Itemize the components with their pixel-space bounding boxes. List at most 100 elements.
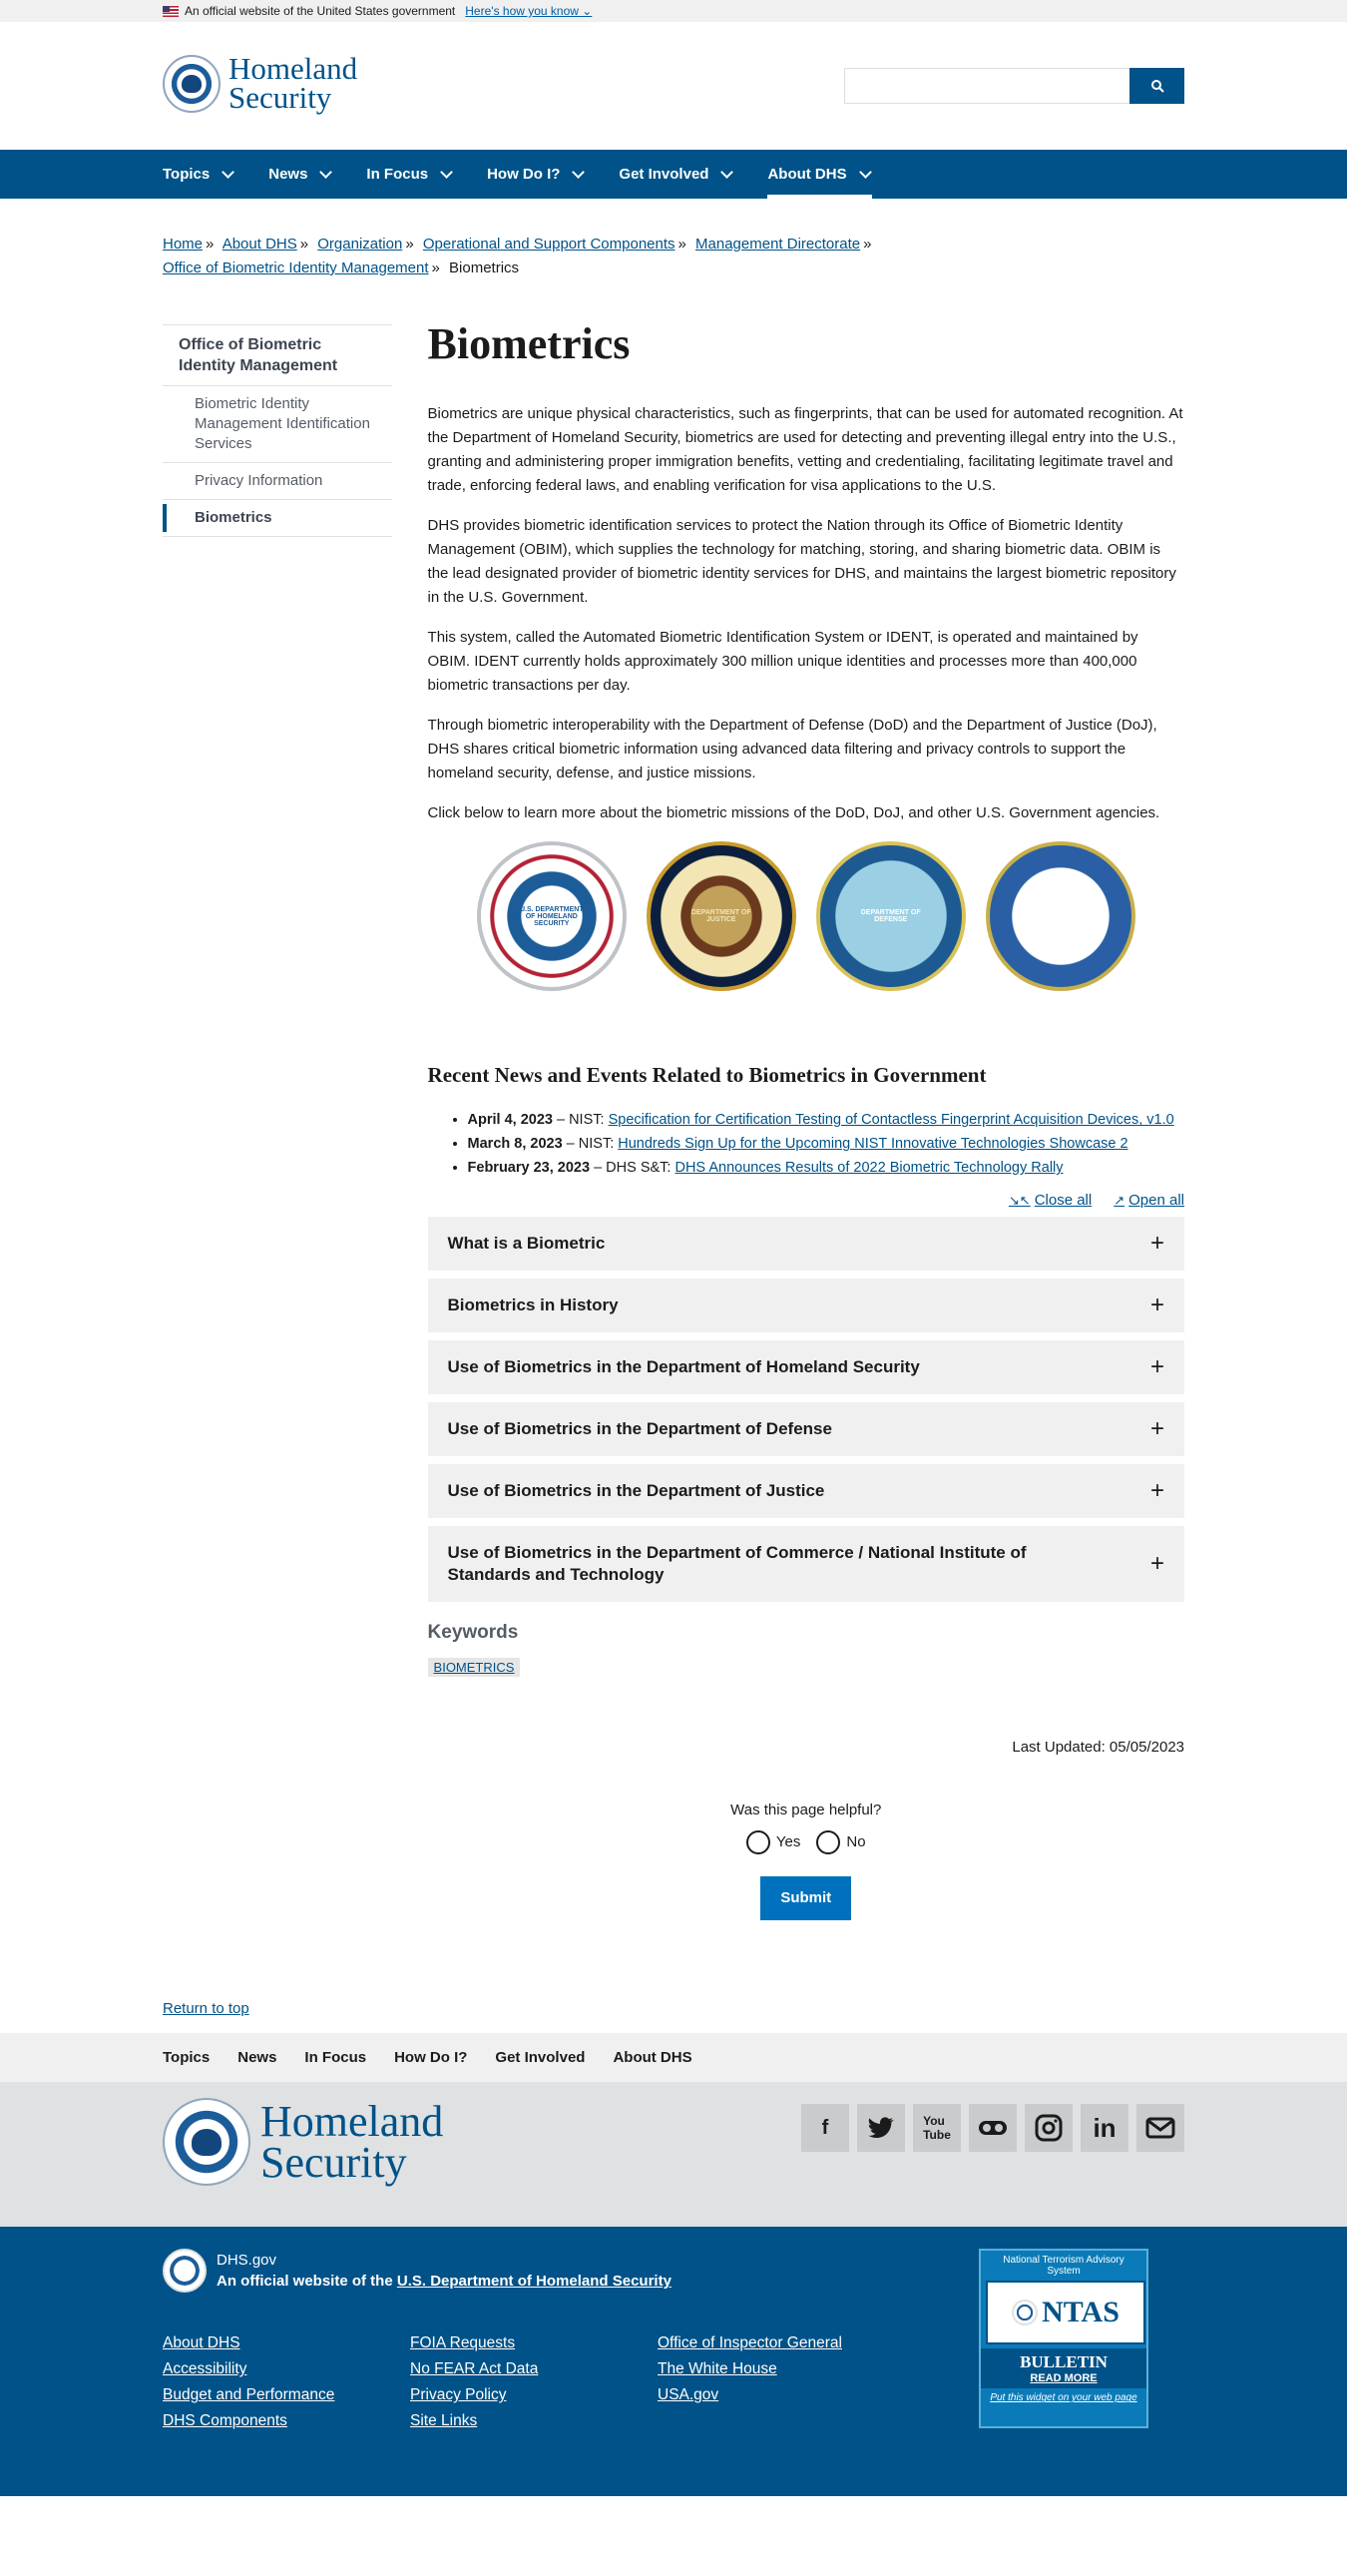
email-icon[interactable] (1136, 2104, 1184, 2153)
radio-yes[interactable] (745, 1830, 770, 1855)
footer-link-budget[interactable]: Budget and Performance (163, 2386, 410, 2404)
feedback-no[interactable]: No (816, 1830, 866, 1855)
dos-seal-link[interactable]: DEPARTMENT OF STATE (985, 841, 1135, 992)
ntas-read-more[interactable]: READ MORE (981, 2372, 1146, 2389)
footer-link-white-house[interactable]: The White House (658, 2360, 905, 2378)
submit-button[interactable]: Submit (760, 1876, 852, 1921)
footer-link-components[interactable]: DHS Components (163, 2412, 410, 2430)
nav-news[interactable]: News (268, 150, 333, 199)
breadcrumb-obim[interactable]: Office of Biometric Identity Management (163, 259, 429, 276)
ntas-logo: NTAS (986, 2281, 1145, 2345)
paragraph: Through biometric interoperability with … (427, 717, 1157, 782)
linkedin-icon[interactable]: in (1081, 2104, 1128, 2153)
breadcrumb-organization[interactable]: Organization (317, 236, 402, 253)
news-link[interactable]: Hundreds Sign Up for the Upcoming NIST I… (618, 1136, 1127, 1152)
feedback-form: Was this page helpful? Yes No Submit (428, 1802, 1184, 1921)
accordion-history[interactable]: Biometrics in History + (427, 1279, 1184, 1333)
page-title: Biometrics (427, 319, 631, 368)
open-all-button[interactable]: ↗ Open all (1114, 1192, 1184, 1209)
plus-icon: + (1149, 1230, 1164, 1258)
search-input[interactable] (844, 68, 1129, 104)
footer-logo-word-1: Homeland (260, 2096, 444, 2146)
dhs-logo[interactable]: Homeland Security (163, 54, 357, 115)
accordion-what-is-biometric[interactable]: What is a Biometric + (427, 1217, 1184, 1272)
feedback-yes[interactable]: Yes (745, 1830, 800, 1855)
footer-dhs-logo[interactable]: Homeland Security (163, 2096, 444, 2187)
footer-link-foia[interactable]: FOIA Requests (410, 2334, 658, 2352)
youtube-icon[interactable]: You Tube (913, 2104, 961, 2153)
footer-nav: Topics News In Focus How Do I? Get Invol… (0, 2033, 1347, 2083)
keyword-tag[interactable]: BIOMETRICS (427, 1658, 521, 1678)
sidenav-item-privacy[interactable]: Privacy Information (163, 463, 392, 500)
radio-no[interactable] (816, 1830, 841, 1855)
dhs-seal-icon (163, 2249, 207, 2294)
sidenav-item-identification-services[interactable]: Biometric Identity Management Identifica… (163, 386, 392, 463)
chevron-down-icon (720, 165, 734, 179)
nav-in-focus[interactable]: In Focus (366, 150, 453, 199)
plus-icon: + (1149, 1353, 1164, 1381)
footer-nav-get-involved[interactable]: Get Involved (495, 2049, 585, 2066)
dhs-official-link[interactable]: U.S. Department of Homeland Security (397, 2273, 672, 2290)
nav-topics[interactable]: Topics (163, 150, 235, 199)
sidenav-item-biometrics[interactable]: Biometrics (163, 500, 392, 537)
footer-link-usa-gov[interactable]: USA.gov (658, 2386, 905, 2404)
nav-get-involved[interactable]: Get Involved (619, 150, 734, 199)
social-links: f You Tube in (801, 2104, 1184, 2186)
us-flag-icon (163, 5, 179, 17)
main-content: Biometrics Biometrics are unique physica… (427, 319, 1184, 1921)
dhs-seal-icon: U.S. DEPARTMENT OF HOMELAND SECURITY (519, 905, 584, 927)
breadcrumb-operational-components[interactable]: Operational and Support Components (423, 236, 675, 253)
footer-nav-how-do-i[interactable]: How Do I? (394, 2049, 467, 2066)
nav-about-dhs[interactable]: About DHS (767, 150, 872, 199)
how-you-know-link[interactable]: Here's how you know ⌄ (465, 4, 592, 18)
facebook-icon[interactable]: f (801, 2104, 849, 2153)
footer-nav-in-focus[interactable]: In Focus (304, 2049, 366, 2066)
ntas-widget-link[interactable]: Put this widget on your web page (986, 2392, 1141, 2403)
accordion-dhs[interactable]: Use of Biometrics in the Department of H… (427, 1340, 1184, 1395)
footer-link-oig[interactable]: Office of Inspector General (658, 2334, 905, 2352)
plus-icon: + (1149, 1291, 1164, 1319)
site-header: Homeland Security (0, 22, 1347, 150)
footer-nav-news[interactable]: News (237, 2049, 276, 2066)
collapse-icon: ↘↖ (1008, 1192, 1031, 1208)
accordion-dod[interactable]: Use of Biometrics in the Department of D… (427, 1402, 1184, 1457)
breadcrumb-about-dhs[interactable]: About DHS (223, 236, 297, 253)
logo-word-2: Security (228, 80, 332, 115)
plus-icon: + (1149, 1550, 1164, 1578)
accordion-controls: ↘↖ Close all ↗ Open all (428, 1192, 1184, 1209)
footer-nav-topics[interactable]: Topics (163, 2049, 210, 2066)
official-statement: An official website of the U.S. Departme… (217, 2273, 672, 2291)
search-button[interactable] (1129, 68, 1184, 104)
doj-seal-link[interactable]: DEPARTMENT OF JUSTICE (646, 841, 796, 992)
news-link[interactable]: Specification for Certification Testing … (609, 1112, 1174, 1128)
footer-link-accessibility[interactable]: Accessibility (163, 2360, 410, 2378)
dos-seal-icon: DEPARTMENT OF STATE (1030, 909, 1091, 924)
dhs-seal-icon (1012, 2300, 1039, 2326)
flickr-icon[interactable] (969, 2104, 1017, 2153)
dhs-seal-icon (163, 2098, 250, 2187)
breadcrumb-current: Biometrics (449, 259, 520, 276)
footer-nav-about-dhs[interactable]: About DHS (613, 2049, 691, 2066)
chevron-down-icon (572, 165, 586, 179)
news-list: April 4, 2023 – NIST: Specification for … (428, 1108, 1184, 1180)
footer-bottom: DHS.gov An official website of the U.S. … (0, 2227, 1347, 2497)
ntas-widget[interactable]: National Terrorism Advisory System NTAS … (979, 2249, 1148, 2429)
accordion-commerce-nist[interactable]: Use of Biometrics in the Department of C… (427, 1526, 1184, 1603)
footer-link-site-links[interactable]: Site Links (410, 2412, 658, 2430)
close-all-button[interactable]: ↘↖ Close all (1009, 1192, 1092, 1209)
instagram-icon[interactable] (1025, 2104, 1073, 2153)
breadcrumb-home[interactable]: Home (163, 236, 203, 253)
dhs-seal-link[interactable]: U.S. DEPARTMENT OF HOMELAND SECURITY (476, 841, 627, 992)
footer-link-about-dhs[interactable]: About DHS (163, 2334, 410, 2352)
twitter-icon[interactable] (857, 2104, 905, 2153)
accordion-doj[interactable]: Use of Biometrics in the Department of J… (427, 1464, 1184, 1519)
dod-seal-link[interactable]: DEPARTMENT OF DEFENSE (815, 841, 966, 992)
footer-link-privacy[interactable]: Privacy Policy (410, 2386, 658, 2404)
news-link[interactable]: DHS Announces Results of 2022 Biometric … (674, 1160, 1063, 1176)
return-to-top-link[interactable]: Return to top (163, 2000, 249, 2017)
breadcrumb-management-directorate[interactable]: Management Directorate (695, 236, 860, 253)
nav-how-do-i[interactable]: How Do I? (487, 150, 586, 199)
footer-link-no-fear[interactable]: No FEAR Act Data (410, 2360, 658, 2378)
news-item: February 23, 2023 – DHS S&T: DHS Announc… (468, 1156, 1184, 1180)
sidenav-parent[interactable]: Office of Biometric Identity Management (163, 324, 392, 386)
